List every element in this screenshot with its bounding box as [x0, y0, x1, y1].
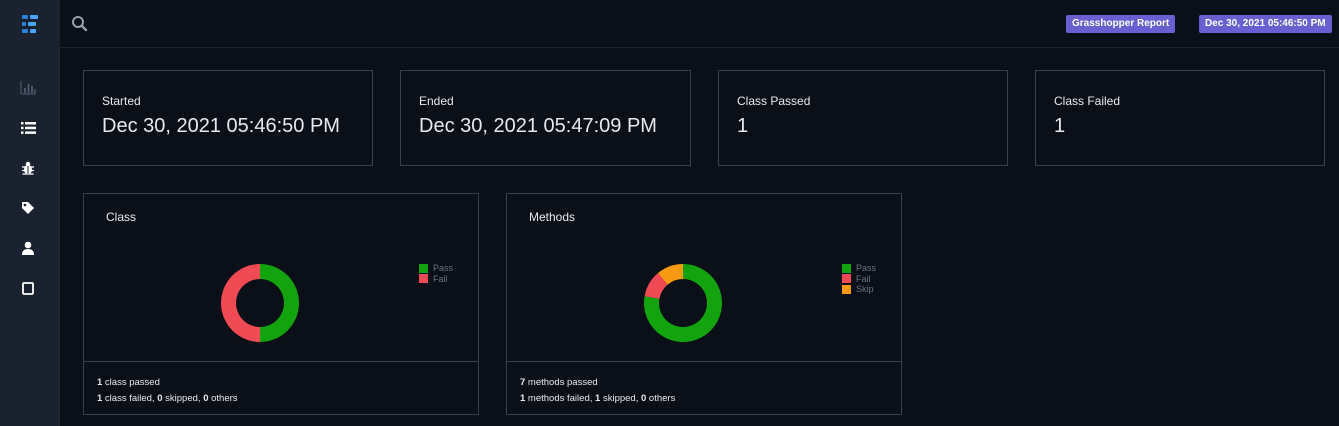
- stat-card-ended: Ended Dec 30, 2021 05:47:09 PM: [400, 70, 691, 166]
- sidebar-item-authors[interactable]: [17, 237, 39, 259]
- methods-chart-card: Methods Pass Fail Skip 7 methods passed 1 …: [506, 193, 902, 415]
- legend-swatch: [419, 274, 428, 284]
- stat-label: Ended: [419, 94, 454, 108]
- legend-swatch: [842, 274, 851, 284]
- bug-icon: [22, 161, 34, 175]
- report-date-badge: Dec 30, 2021 05:46:50 PM: [1199, 15, 1332, 33]
- stat-value: Dec 30, 2021 05:46:50 PM: [102, 115, 340, 137]
- legend-label: Pass: [856, 263, 877, 274]
- sidebar: [0, 48, 60, 426]
- class-chart-card: Class Pass Fail 1 class passed 1 class fa…: [83, 193, 479, 415]
- legend-item-fail[interactable]: Fail: [419, 274, 453, 285]
- sidebar-item-dashboard[interactable]: [17, 77, 39, 99]
- bar-chart-icon: [20, 81, 36, 95]
- legend-label: Skip: [856, 284, 874, 295]
- methods-failed-line: 1 methods failed, 1 skipped, 0 others: [520, 393, 676, 404]
- donut-hole: [236, 279, 284, 327]
- class-chart-legend: Pass Fail: [419, 263, 453, 284]
- list-icon: [20, 122, 36, 134]
- legend-label: Fail: [433, 273, 448, 284]
- legend-swatch: [842, 284, 851, 294]
- stat-value: Dec 30, 2021 05:47:09 PM: [419, 115, 657, 137]
- sidebar-item-environment[interactable]: [17, 277, 39, 299]
- stat-card-class-failed: Class Failed 1: [1035, 70, 1325, 166]
- search-icon[interactable]: [70, 14, 90, 34]
- user-icon: [22, 241, 34, 255]
- legend-label: Pass: [433, 263, 454, 274]
- legend-label: Fail: [856, 273, 871, 284]
- stat-label: Class Failed: [1054, 94, 1121, 108]
- class-summary: 1 class passed 1 class failed, 0 skipped…: [84, 361, 478, 414]
- class-passed-line: 1 class passed: [97, 377, 160, 388]
- square-icon: [22, 281, 34, 295]
- legend-item-skip[interactable]: Skip: [842, 284, 876, 295]
- donut-hole: [659, 279, 707, 327]
- sidebar-item-tags[interactable]: [17, 197, 39, 219]
- sidebar-item-tests[interactable]: [17, 117, 39, 139]
- legend-swatch: [842, 263, 851, 273]
- report-name-badge: Grasshopper Report: [1066, 15, 1176, 33]
- legend-item-fail[interactable]: Fail: [842, 274, 876, 285]
- legend-item-pass[interactable]: Pass: [419, 263, 453, 274]
- methods-summary: 7 methods passed 1 methods failed, 1 ski…: [507, 361, 901, 414]
- stat-value: 1: [737, 115, 749, 137]
- legend-swatch: [419, 263, 428, 273]
- methods-passed-line: 7 methods passed: [520, 377, 598, 388]
- logo-icon: [22, 15, 38, 33]
- legend-item-pass[interactable]: Pass: [842, 263, 876, 274]
- stat-card-started: Started Dec 30, 2021 05:46:50 PM: [83, 70, 373, 166]
- methods-chart-legend: Pass Fail Skip: [842, 263, 876, 295]
- stat-label: Started: [102, 94, 141, 108]
- class-failed-line: 1 class failed, 0 skipped, 0 others: [97, 393, 238, 404]
- stat-label: Class Passed: [737, 94, 811, 108]
- top-bar: Grasshopper Report Dec 30, 2021 05:46:50…: [0, 0, 1339, 48]
- tag-icon: [22, 202, 34, 214]
- sidebar-item-exceptions[interactable]: [17, 157, 39, 179]
- stat-card-class-passed: Class Passed 1: [718, 70, 1008, 166]
- stat-value: 1: [1054, 115, 1066, 137]
- app-logo[interactable]: [0, 0, 60, 48]
